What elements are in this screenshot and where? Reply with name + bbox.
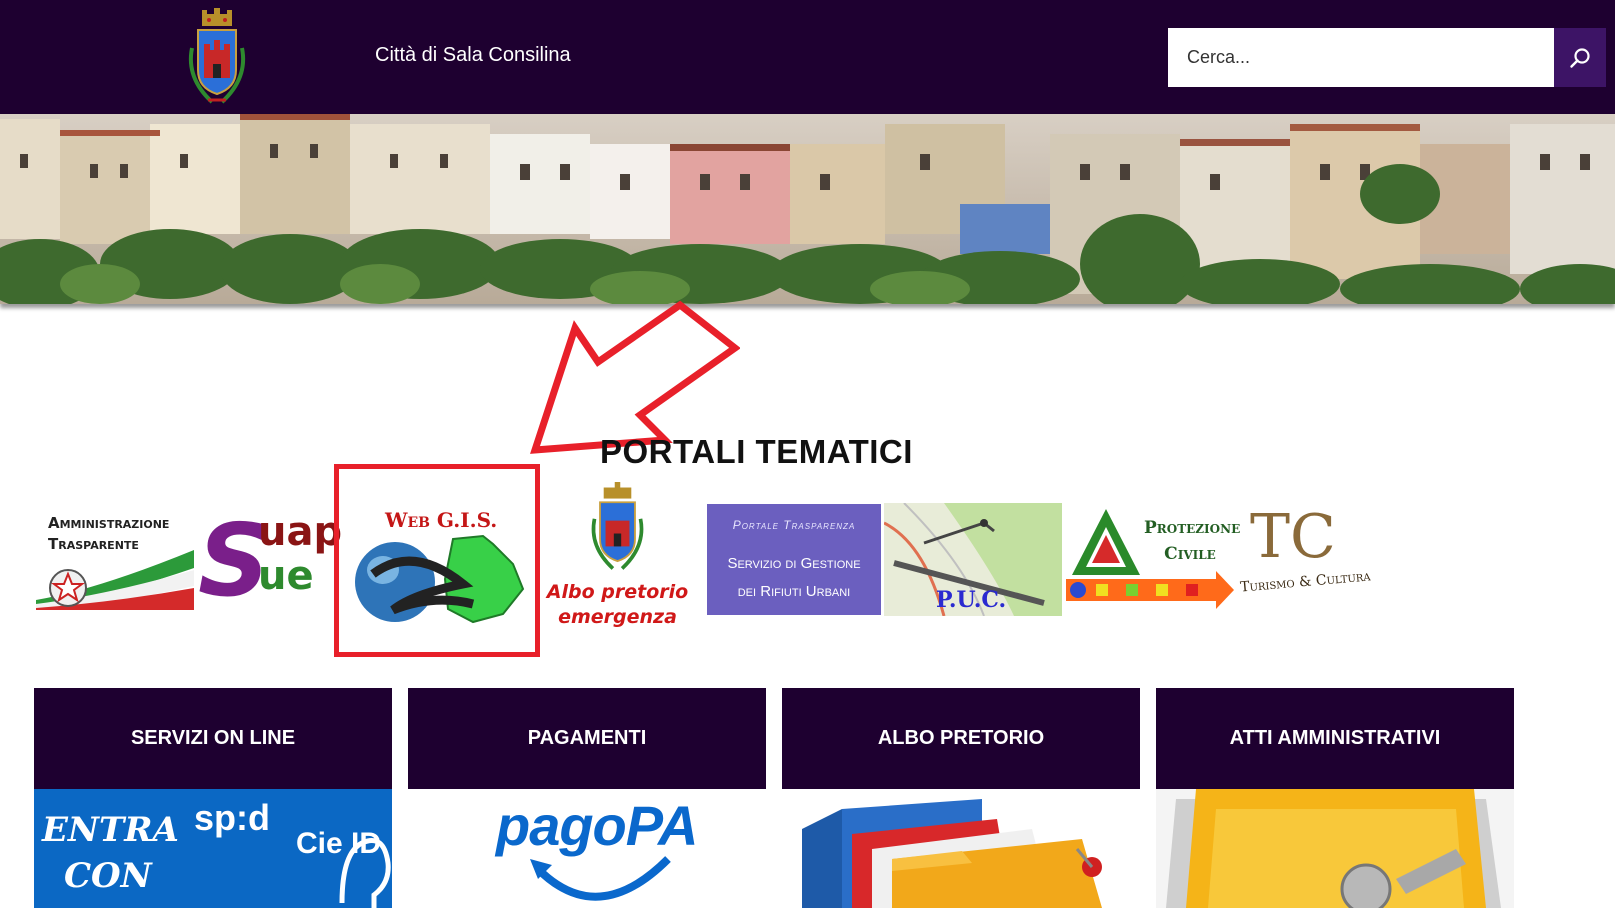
trasparenza-heading: Portale Trasparenza <box>732 518 856 532</box>
folders-icon <box>802 799 1102 908</box>
italy-flag-emblem-icon <box>36 550 194 610</box>
town-banner-image <box>0 114 1615 304</box>
locked-folder-icon <box>1156 789 1514 908</box>
locked-folder-image <box>1156 789 1514 908</box>
city-crest-icon[interactable] <box>182 8 252 108</box>
portal-suap-sue[interactable]: S uap ue <box>198 502 348 619</box>
spid-logo: sp:d <box>194 797 270 838</box>
pagopa-banner: pagoPA <box>408 789 766 908</box>
card-title: ALBO PRETORIO <box>782 688 1140 789</box>
portal-puc[interactable]: P.U.C. <box>883 502 1062 617</box>
city-crest-small-icon <box>591 482 644 570</box>
search-input[interactable] <box>1168 28 1554 87</box>
portal-turismo-cultura[interactable]: TC Turismo & Cultura <box>1239 502 1380 608</box>
portal-trasparenza-rifiuti[interactable]: Portale Trasparenza Servizio di Gestione… <box>707 504 881 615</box>
trasparenza-subtitle: Servizio di Gestione dei Rifiuti Urbani <box>727 555 861 600</box>
cie-label: Cie ID <box>296 827 382 860</box>
suap-sue-logo-icon: S uap ue <box>198 502 342 619</box>
card-pagamenti[interactable]: PAGAMENTI pagoPA <box>408 688 766 908</box>
search-icon <box>1570 47 1590 68</box>
albo-emergenza-label: Albo pretorio emergenza <box>546 581 689 628</box>
entra-con-label: ENTRA CON <box>42 810 179 896</box>
svg-text:ue: ue <box>258 553 314 599</box>
card-title: ATTI AMMINISTRATIVI <box>1156 688 1514 789</box>
site-header: Città di Sala Consilina <box>0 0 1615 114</box>
tc-logo: TC <box>1250 502 1336 572</box>
search-button[interactable] <box>1554 28 1606 87</box>
annotation-highlight-box <box>334 464 540 657</box>
puc-label: P.U.C. <box>936 587 1007 613</box>
svg-text:uap: uap <box>258 509 342 555</box>
spid-cie-login-banner: ENTRA CON sp:d Cie ID <box>34 789 392 908</box>
folders-image <box>782 789 1140 908</box>
card-atti-amministrativi[interactable]: ATTI AMMINISTRATIVI <box>1156 688 1514 908</box>
pagopa-swoosh-icon <box>530 856 671 901</box>
card-title: PAGAMENTI <box>408 688 766 789</box>
turismo-cultura-label: Turismo & Cultura <box>1239 568 1372 596</box>
card-servizi-on-line[interactable]: SERVIZI ON LINE ENTRA CON sp:d Cie ID <box>34 688 392 908</box>
site-title[interactable]: Città di Sala Consilina <box>375 44 571 67</box>
portal-albo-pretorio-emergenza[interactable]: Albo pretorio emergenza <box>540 480 690 630</box>
section-title: PORTALI TEMATICI <box>600 433 913 470</box>
page: Città di Sala Consilina Cerca... PORTALI… <box>0 0 1615 908</box>
annotation-arrow-icon <box>530 300 740 454</box>
card-albo-pretorio[interactable]: ALBO PRETORIO <box>782 688 1140 908</box>
portal-protezione-civile[interactable]: Protezione Civile <box>1066 505 1241 615</box>
protezione-civile-label: Protezione Civile <box>1144 518 1241 564</box>
card-title: SERVIZI ON LINE <box>34 688 392 789</box>
portal-amministrazione-trasparente[interactable]: Amministrazione Trasparente <box>36 500 194 610</box>
